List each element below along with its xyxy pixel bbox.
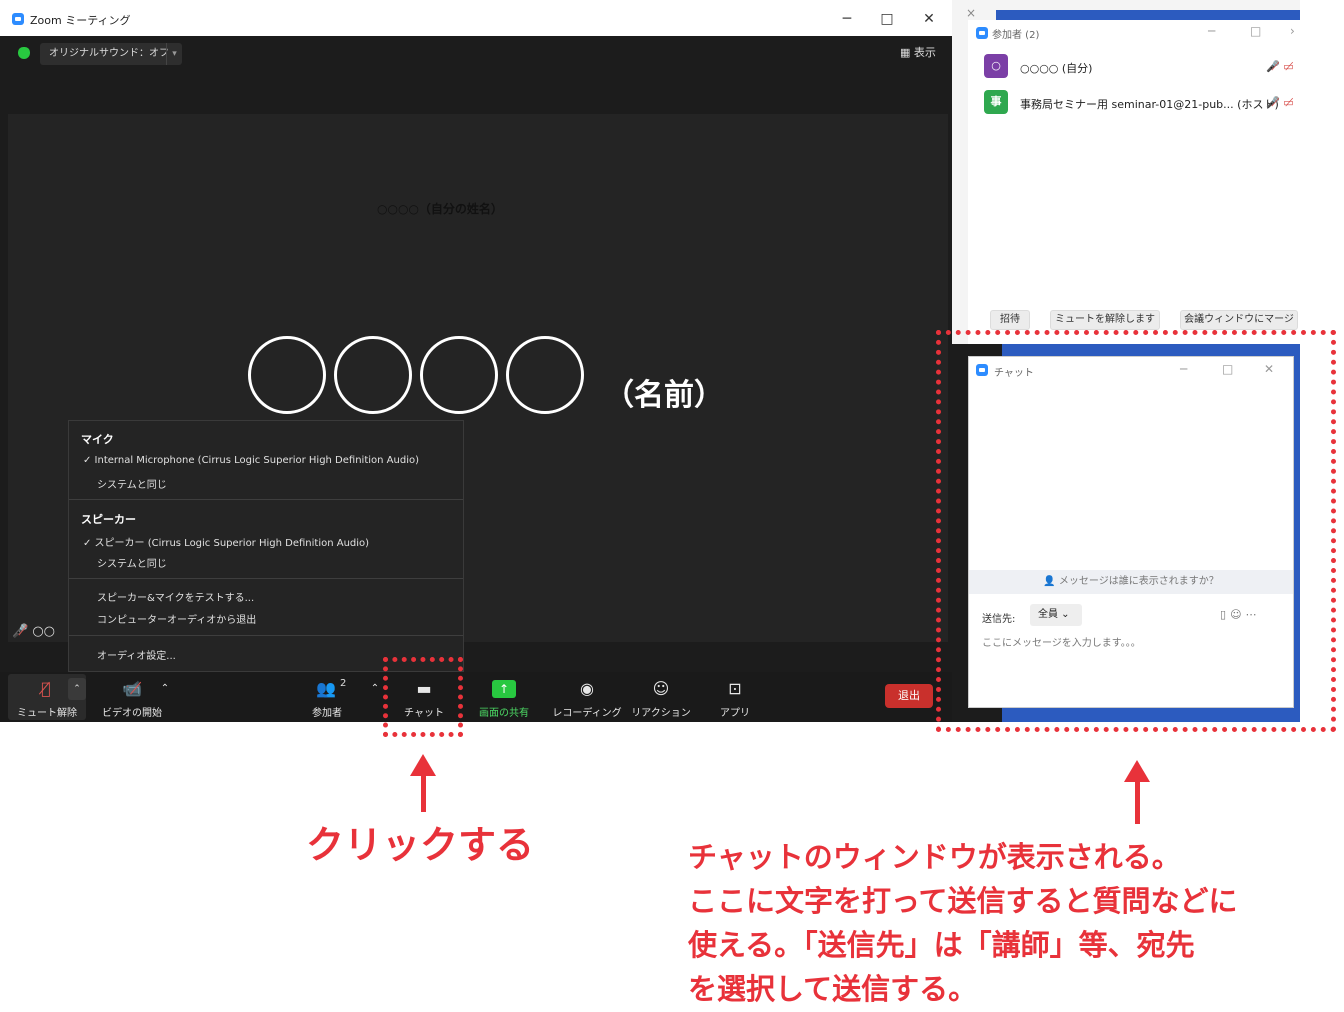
speaker-option-system[interactable]: システムと同じ bbox=[97, 555, 167, 570]
muted-mic-icon[interactable]: 🎤̸ ▭̸ bbox=[1266, 96, 1294, 109]
participants-count-badge: 2 bbox=[340, 678, 347, 689]
video-off-icon[interactable]: 📹̸ bbox=[112, 678, 152, 700]
close-button[interactable]: ✕ bbox=[918, 10, 940, 28]
muted-mic-icon: 🎤̸ bbox=[12, 624, 29, 639]
chevron-right-icon[interactable]: › bbox=[1290, 24, 1295, 38]
name-placeholder-circle bbox=[334, 336, 412, 414]
speaker-option-cirrus[interactable]: ✓ スピーカー (Cirrus Logic Superior High Defi… bbox=[83, 534, 369, 549]
name-placeholder-circle bbox=[248, 336, 326, 414]
share-screen-label[interactable]: 画面の共有 bbox=[470, 704, 538, 719]
muted-mic-icon[interactable]: 🎤̸ ▭̸ bbox=[1266, 60, 1294, 73]
test-speaker-mic-item[interactable]: スピーカー&マイクをテストする... bbox=[97, 589, 254, 604]
self-name-label: ○○○○（自分の姓名） bbox=[377, 202, 503, 216]
mic-heading: マイク bbox=[81, 433, 114, 446]
start-video-label[interactable]: ビデオの開始 bbox=[96, 704, 168, 719]
participant-name[interactable]: ○○○○ (自分) bbox=[1020, 60, 1092, 76]
highlight-chat-button bbox=[383, 657, 463, 737]
zoom-logo-icon bbox=[976, 27, 988, 39]
menu-divider bbox=[69, 635, 463, 636]
zoom-logo-icon bbox=[12, 13, 24, 25]
audio-settings-item[interactable]: オーディオ設定... bbox=[97, 647, 176, 662]
name-suffix-label: （名前） bbox=[604, 378, 724, 413]
participants-chevron-icon[interactable]: ⌃ bbox=[366, 678, 384, 700]
avatar: ○ bbox=[984, 54, 1008, 78]
maximize-button[interactable]: □ bbox=[876, 10, 898, 28]
invite-button[interactable]: 招待 bbox=[990, 310, 1030, 330]
arrow-up-icon bbox=[410, 754, 436, 776]
arrow-shaft bbox=[421, 774, 426, 812]
record-label[interactable]: レコーディング bbox=[552, 704, 622, 719]
record-icon[interactable]: ◉ bbox=[572, 678, 602, 700]
arrow-shaft bbox=[1135, 780, 1140, 824]
participants-icon[interactable]: 👥 bbox=[308, 678, 344, 700]
unmute-all-button[interactable]: ミュートを解除します bbox=[1050, 310, 1160, 330]
merge-to-meeting-window-button[interactable]: 会議ウィンドウにマージ bbox=[1180, 310, 1298, 330]
audio-options-chevron-button[interactable]: ⌃ bbox=[68, 678, 86, 700]
participants-panel-title: 参加者 (2) bbox=[992, 30, 1040, 41]
arrow-up-icon bbox=[1124, 760, 1150, 782]
minimize-button[interactable]: ─ bbox=[836, 10, 858, 28]
chat-note-line: チャットのウィンドウが表示される。 bbox=[688, 840, 1181, 874]
exit-meeting-button[interactable]: 退出 bbox=[885, 684, 933, 708]
apps-icon[interactable]: ⊡ bbox=[720, 678, 750, 700]
reactions-label[interactable]: リアクション bbox=[626, 704, 696, 719]
chat-note-line: を選択して送信する。 bbox=[688, 972, 978, 1006]
chevron-down-icon[interactable]: ▾ bbox=[166, 43, 182, 65]
unmute-label: ミュート解除 bbox=[17, 708, 77, 719]
participants-label[interactable]: 参加者 bbox=[300, 704, 354, 719]
speaker-heading: スピーカー bbox=[81, 513, 136, 526]
name-placeholder-circle bbox=[506, 336, 584, 414]
mic-option-system[interactable]: システムと同じ bbox=[97, 476, 167, 491]
security-shield-icon[interactable] bbox=[18, 47, 30, 59]
name-tag-text: ○○ bbox=[32, 624, 56, 639]
original-sound-button[interactable]: オリジナルサウンド：オフ bbox=[40, 43, 182, 65]
apps-label[interactable]: アプリ bbox=[712, 704, 758, 719]
reactions-smile-icon[interactable]: ☺ bbox=[646, 678, 676, 700]
click-instruction: クリックする bbox=[306, 823, 535, 867]
muted-mic-icon: 🎙̸ bbox=[41, 679, 51, 698]
share-screen-icon[interactable]: ↑ bbox=[492, 680, 516, 698]
participant-name-tag: 🎤̸ ○○ bbox=[12, 624, 55, 639]
participants-panel bbox=[968, 20, 1300, 344]
mic-option-internal[interactable]: ✓ Internal Microphone (Cirrus Logic Supe… bbox=[83, 455, 419, 466]
chat-note-line: ここに文字を打って送信すると質問などに bbox=[688, 884, 1238, 918]
leave-computer-audio-item[interactable]: コンピューターオーディオから退出 bbox=[97, 611, 256, 626]
video-options-chevron-icon[interactable]: ⌃ bbox=[156, 678, 174, 700]
chat-note-line: 使える。「送信先」は「講師」等、宛先 bbox=[688, 928, 1195, 962]
minimize-icon[interactable]: ─ bbox=[1208, 24, 1215, 38]
audio-options-menu: マイク ✓ Internal Microphone (Cirrus Logic … bbox=[68, 420, 464, 672]
highlight-chat-window bbox=[936, 330, 1336, 732]
window-titlebar bbox=[0, 0, 952, 36]
maximize-icon[interactable]: □ bbox=[1250, 24, 1261, 38]
name-placeholder-circle bbox=[420, 336, 498, 414]
menu-divider bbox=[69, 499, 463, 500]
window-title: Zoom ミーティング bbox=[30, 14, 131, 27]
avatar: 事 bbox=[984, 90, 1008, 114]
menu-divider bbox=[69, 578, 463, 579]
view-button[interactable]: ▦ 表示 bbox=[900, 44, 936, 60]
close-icon[interactable]: × bbox=[966, 6, 976, 20]
participant-name[interactable]: 事務局セミナー用 seminar-01@21-pub... (ホスト) bbox=[1020, 96, 1279, 112]
